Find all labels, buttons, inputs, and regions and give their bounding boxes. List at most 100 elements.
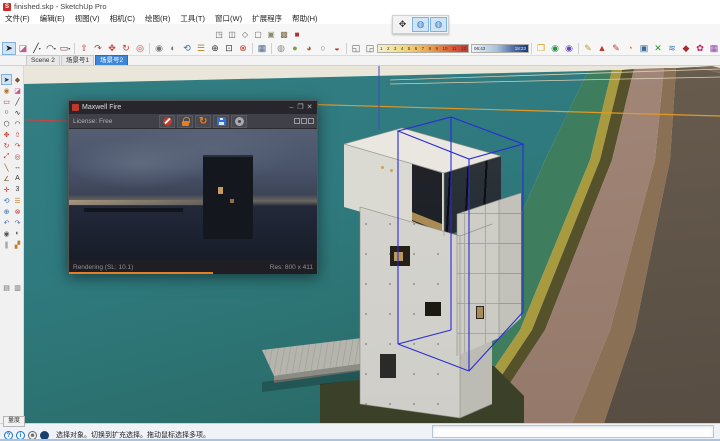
eraser-button[interactable]: ◪: [12, 85, 23, 96]
section-fill-button[interactable]: ▤: [1, 282, 12, 293]
dimension-button[interactable]: ↔: [12, 162, 23, 173]
make-component-button[interactable]: ◆: [12, 74, 23, 85]
monitor-tool-button[interactable]: ▣: [637, 42, 651, 55]
rectangle-button[interactable]: ▭▾: [58, 42, 72, 55]
stop-render-button[interactable]: [159, 115, 175, 128]
line-button[interactable]: ╱▾: [30, 42, 44, 55]
3d-text-button[interactable]: 3: [12, 184, 23, 195]
zoom-extents-button[interactable]: ⊗: [12, 206, 23, 217]
follow-me-button[interactable]: ↷: [91, 42, 105, 55]
fit-view-button[interactable]: [294, 118, 300, 124]
offset-button[interactable]: ◎: [133, 42, 147, 55]
zoom-button[interactable]: ⊕: [1, 206, 12, 217]
status-info-icon[interactable]: i: [16, 431, 25, 440]
menu-item-5[interactable]: 工具(T): [175, 13, 210, 24]
style-textured-button[interactable]: ◕: [302, 42, 316, 55]
style-xray-button[interactable]: ◍: [274, 42, 288, 55]
settings-button[interactable]: [231, 115, 247, 128]
sandbox-button[interactable]: ▲: [595, 42, 609, 55]
wireframe-button[interactable]: ◇: [239, 28, 251, 40]
offset-button[interactable]: ◎: [12, 151, 23, 162]
refresh-button[interactable]: ↻: [195, 115, 211, 128]
position-compass-button[interactable]: ✥: [394, 17, 411, 32]
scale-button[interactable]: ⤢: [1, 151, 12, 162]
open-folder-button[interactable]: ❒: [534, 42, 548, 55]
channels-button[interactable]: [308, 118, 314, 124]
scene-tab-2[interactable]: 场景号2: [95, 55, 128, 65]
line-button[interactable]: ╱: [12, 96, 23, 107]
line-dropdown[interactable]: ▾: [39, 46, 41, 51]
style-monochrome-button[interactable]: ○: [316, 42, 330, 55]
menu-item-1[interactable]: 编辑(E): [35, 13, 70, 24]
loop-tool-button[interactable]: ◔: [623, 42, 637, 55]
arc-button[interactable]: ◠: [12, 118, 23, 129]
match-photo-button[interactable]: ▦: [255, 42, 269, 55]
rectangle-button[interactable]: ▭: [1, 96, 12, 107]
move-button[interactable]: ✥: [105, 42, 119, 55]
monochrome-button[interactable]: ■: [291, 28, 303, 40]
look-around-button[interactable]: ◐: [12, 228, 23, 239]
xray-mode-button[interactable]: ◳: [213, 28, 225, 40]
freehand-button[interactable]: ∿: [12, 107, 23, 118]
push-pull-button[interactable]: ⇧: [77, 42, 91, 55]
push-pull-button[interactable]: ⇧: [12, 129, 23, 140]
orbit-button[interactable]: ⟲: [180, 42, 194, 55]
shadow-date-slider[interactable]: 123456789101112: [377, 44, 469, 53]
status-geo-icon[interactable]: [40, 431, 49, 440]
pencil-tool-button[interactable]: ✎: [581, 42, 595, 55]
back-edges-button[interactable]: ◫: [226, 28, 238, 40]
geo-location-button[interactable]: ◉: [548, 42, 562, 55]
zoom-extents-button[interactable]: ⊗: [236, 42, 250, 55]
menu-item-6[interactable]: 窗口(W): [210, 13, 247, 24]
select-button[interactable]: ➤: [1, 74, 12, 85]
rotate-button[interactable]: ↻: [119, 42, 133, 55]
waves-tool-button[interactable]: ≋: [665, 42, 679, 55]
save-image-button[interactable]: [213, 115, 229, 128]
section-display-button[interactable]: ▥: [12, 282, 23, 293]
paint-bucket-button[interactable]: ◉: [1, 85, 12, 96]
protractor-button[interactable]: ∠: [1, 173, 12, 184]
rotate-button[interactable]: ↻: [1, 140, 12, 151]
zoom-button[interactable]: ⊕: [208, 42, 222, 55]
axes-button[interactable]: ✛: [1, 184, 12, 195]
tape-measure-button[interactable]: ╲: [1, 162, 12, 173]
menu-item-7[interactable]: 扩展程序: [247, 13, 287, 24]
section-plane-button[interactable]: ▞: [12, 239, 23, 250]
one-to-one-button[interactable]: [301, 118, 307, 124]
zoom-window-button[interactable]: ⊡: [222, 42, 236, 55]
red-pencil-button[interactable]: ✎: [609, 42, 623, 55]
orbit-button[interactable]: ⟲: [1, 195, 12, 206]
shaded-textures-button[interactable]: ▩: [278, 28, 290, 40]
lock-button[interactable]: [177, 115, 193, 128]
shadow-toggle-button[interactable]: ◲: [363, 42, 377, 55]
menu-item-8[interactable]: 帮助(H): [287, 13, 322, 24]
eraser-button[interactable]: ◪: [16, 42, 30, 55]
orbit-sphere-2-button[interactable]: ◍: [430, 17, 447, 32]
polygon-button[interactable]: ⬡: [1, 118, 12, 129]
status-account-icon[interactable]: ☻: [28, 431, 37, 440]
menu-item-3[interactable]: 相机(C): [105, 13, 140, 24]
maxwell-titlebar[interactable]: Maxwell Fire –❐✕: [69, 101, 317, 114]
position-camera-button[interactable]: ◉: [1, 228, 12, 239]
shadow-time-slider[interactable]: 06:4318:23: [471, 44, 529, 53]
maximize-button[interactable]: ❐: [296, 101, 305, 114]
follow-me-button[interactable]: ↷: [12, 140, 23, 151]
status-help-icon[interactable]: ?: [4, 431, 13, 440]
select-button[interactable]: ➤: [2, 42, 16, 55]
pan-button[interactable]: ☰: [194, 42, 208, 55]
shaded-button[interactable]: ▣: [265, 28, 277, 40]
arc-dropdown[interactable]: ▾: [54, 46, 56, 51]
next-view-button[interactable]: ↷: [12, 217, 23, 228]
scene-tab-0[interactable]: Scene 2: [26, 55, 60, 65]
hidden-line-button[interactable]: ▢: [252, 28, 264, 40]
circle-button[interactable]: ○: [1, 107, 12, 118]
arc-button[interactable]: ◠▾: [44, 42, 58, 55]
pan-button[interactable]: ☰: [12, 195, 23, 206]
scene-tab-1[interactable]: 场景号1: [61, 55, 94, 65]
style-watermark-button[interactable]: ◒: [330, 42, 344, 55]
orbit-sphere-1-button[interactable]: ◍: [412, 17, 429, 32]
style-shaded-button[interactable]: ●: [288, 42, 302, 55]
menu-item-4[interactable]: 绘图(R): [140, 13, 175, 24]
menu-item-0[interactable]: 文件(F): [0, 13, 35, 24]
shield-tool-button[interactable]: ◆: [679, 42, 693, 55]
